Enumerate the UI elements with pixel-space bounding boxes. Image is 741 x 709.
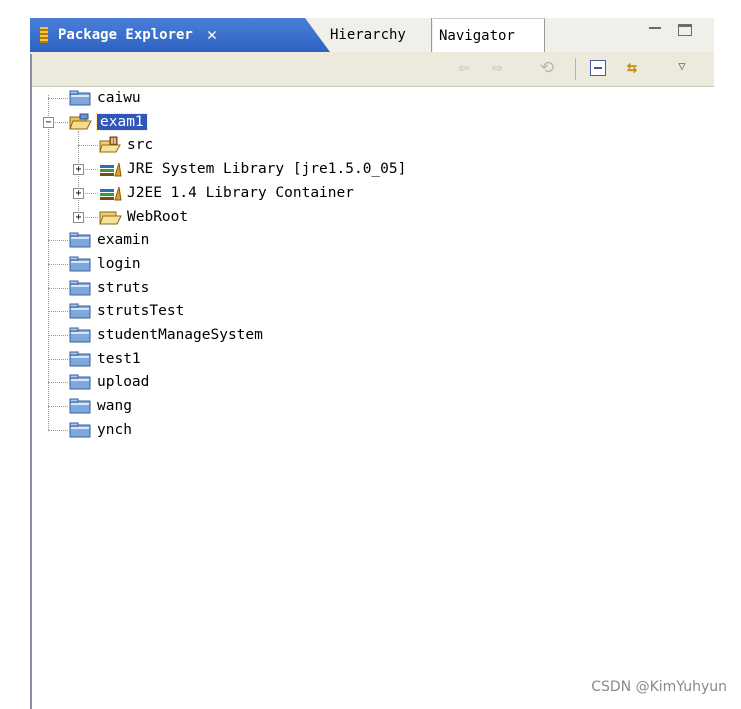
tab-hierarchy-label: Hierarchy [330, 27, 406, 43]
project-folder-icon [68, 373, 92, 391]
project-folder-icon [68, 350, 92, 368]
tree-connector [48, 240, 68, 242]
tab-package-explorer-label: Package Explorer [58, 27, 193, 43]
project-folder-icon [68, 421, 92, 439]
tree-item-label: studentManageSystem [97, 327, 263, 343]
tree-connector [48, 429, 68, 432]
collapse-icon[interactable]: − [43, 116, 54, 128]
tree-connector [48, 358, 68, 361]
tree-connector [48, 382, 68, 384]
tree-item-label: upload [97, 374, 150, 391]
tree-item[interactable]: struts [68, 277, 149, 299]
tree-item[interactable]: exam1 [68, 111, 148, 133]
tree-item[interactable]: strutsTest [68, 300, 184, 322]
forward-icon[interactable]: ⇨ [485, 56, 509, 80]
expand-icon[interactable]: + [73, 164, 84, 176]
tree-item-label: strutsTest [97, 303, 185, 320]
tree-item[interactable]: test1 [68, 348, 141, 370]
toolbar-separator [575, 58, 576, 80]
project-folder-icon [68, 255, 92, 273]
tree-connector [48, 311, 68, 313]
view-toolbar: ⇦ ⇨ ⟲ ⇆ ▽ [30, 52, 714, 87]
project-folder-icon [68, 302, 92, 320]
tree-guide-root [48, 95, 50, 430]
tree-item[interactable]: upload [68, 371, 149, 393]
tab-navigator-label: Navigator [439, 27, 515, 44]
tree-item-label: login [97, 255, 141, 272]
library-icon [98, 160, 122, 178]
tree-item-label: struts [97, 279, 150, 296]
tree-item[interactable]: examin [68, 229, 149, 251]
view-tab-bar: Package Explorer ✕ Hierarchy Navigator [30, 18, 714, 52]
back-icon[interactable]: ⇦ [452, 56, 476, 80]
tree-item-label: JRE System Library [jre1.5.0_05] [127, 161, 407, 178]
source-folder-icon [98, 136, 122, 154]
tree-item[interactable]: ynch [68, 419, 132, 441]
package-icon [40, 27, 48, 43]
tree-item-label: exam1 [96, 112, 148, 131]
tree-connector [48, 287, 68, 290]
tree-item-label: test1 [97, 350, 141, 367]
close-icon[interactable]: ✕ [207, 25, 217, 45]
tree-item-label: caiwu [97, 90, 141, 106]
link-with-editor-icon[interactable]: ⇆ [620, 56, 644, 80]
tree-item-label: J2EE 1.4 Library Container [127, 184, 354, 201]
library-icon [98, 184, 122, 202]
package-explorer-view: Package Explorer ✕ Hierarchy Navigator ⇦… [0, 0, 714, 709]
tree-connector [48, 98, 68, 100]
tree-item[interactable]: studentManageSystem [68, 324, 263, 346]
tree-item[interactable]: wang [68, 395, 132, 417]
project-folder-icon [68, 397, 92, 415]
tree-item-label: ynch [97, 421, 132, 438]
tree-item[interactable]: WebRoot [98, 206, 188, 228]
project-folder-icon [68, 89, 92, 107]
view-left-border [30, 54, 32, 709]
tree-connector [78, 145, 98, 147]
tab-hierarchy[interactable]: Hierarchy [322, 18, 432, 52]
minimize-icon[interactable] [648, 24, 662, 36]
tree-item-label: wang [97, 398, 132, 415]
watermark: CSDN @KimYuhyun [591, 679, 727, 695]
expand-icon[interactable]: + [73, 187, 84, 199]
expand-icon[interactable]: + [73, 211, 84, 223]
open-project-folder-icon [68, 113, 92, 131]
tree-item-label: WebRoot [127, 208, 189, 225]
tree-connector [48, 263, 68, 266]
view-menu-icon[interactable]: ▽ [670, 54, 694, 78]
tree-item[interactable]: JRE System Library [jre1.5.0_05] [98, 158, 406, 180]
tab-package-explorer[interactable]: Package Explorer ✕ [30, 18, 330, 52]
tree-connector [48, 406, 68, 408]
tree-item[interactable]: src [98, 134, 153, 156]
up-icon[interactable]: ⟲ [535, 56, 559, 80]
tree-item[interactable]: J2EE 1.4 Library Container [98, 182, 354, 204]
tree-item-label: src [127, 137, 154, 154]
tree-item-label: examin [97, 232, 150, 249]
tree-connector [48, 335, 68, 337]
folder-icon [98, 208, 122, 226]
project-folder-icon [68, 279, 92, 297]
tree-item[interactable]: login [68, 253, 141, 275]
project-folder-icon [68, 326, 92, 344]
tab-navigator[interactable]: Navigator [433, 18, 545, 52]
project-folder-icon [68, 231, 92, 249]
tree-item[interactable]: caiwu [68, 87, 141, 109]
collapse-all-icon[interactable] [586, 56, 610, 80]
maximize-icon[interactable] [678, 24, 692, 36]
